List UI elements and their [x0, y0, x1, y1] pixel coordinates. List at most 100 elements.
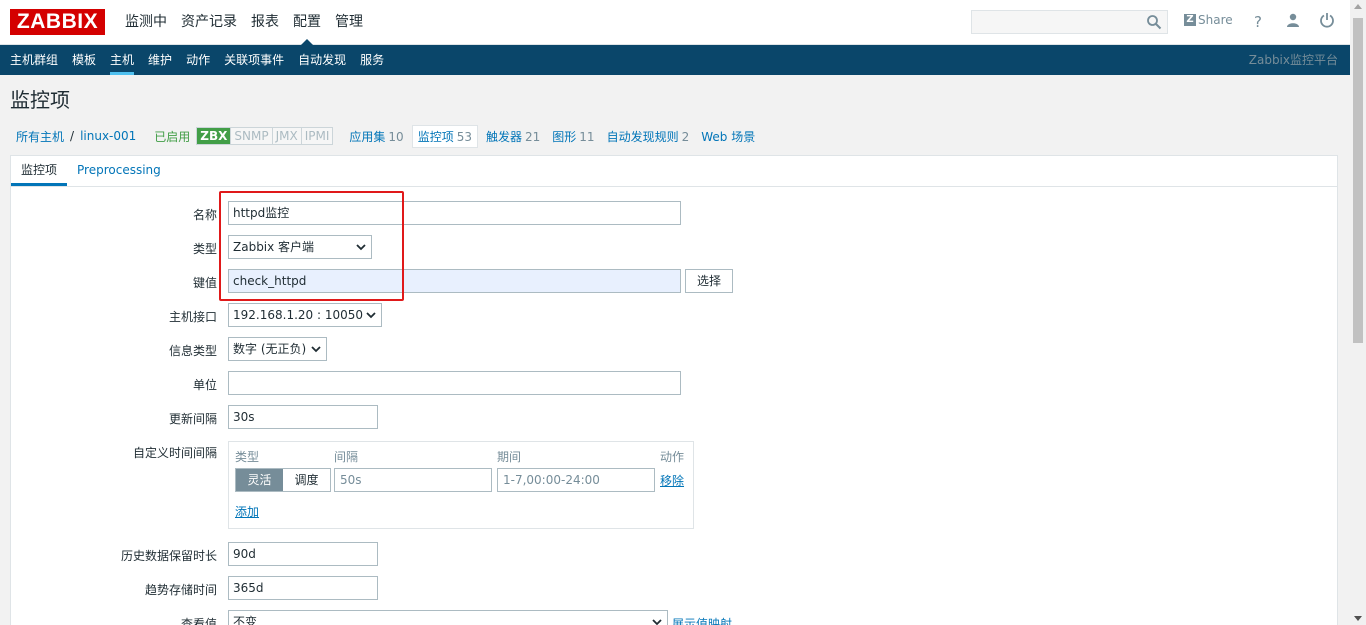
item-form: 监控项 Preprocessing 名称 httpd监控 类型 Zabbix 客…: [10, 155, 1338, 625]
tab-discovery-rules[interactable]: 自动发现规则 2: [607, 128, 690, 145]
user-icon[interactable]: [1283, 12, 1303, 32]
custom-col-interval: 间隔: [334, 450, 359, 464]
scheduling-option[interactable]: 调度: [283, 469, 330, 491]
flexible-option[interactable]: 灵活: [236, 469, 283, 491]
tab-items[interactable]: 监控项 53: [411, 124, 478, 148]
tab-triggers-count: 21: [525, 129, 541, 144]
type-label: 类型: [192, 242, 217, 256]
type-select-value: Zabbix 客户端: [233, 240, 315, 254]
scroll-down-icon[interactable]: [1354, 616, 1362, 621]
chevron-down-icon: [311, 346, 321, 353]
value-mapping-link[interactable]: 展示值映射: [672, 615, 732, 625]
tab-applications[interactable]: 应用集 10: [349, 128, 403, 145]
tab-applications-count: 10: [388, 129, 404, 144]
help-icon[interactable]: ?: [1248, 12, 1268, 32]
page-scrollbar[interactable]: [1350, 0, 1366, 625]
custom-intervals-label: 自定义时间间隔: [132, 446, 217, 460]
sub-nav: 主机群组 模板 主机 维护 动作 关联项事件 自动发现 服务 Zabbix监控平…: [0, 45, 1350, 75]
tab-triggers-label: 触发器: [485, 129, 522, 144]
form-tabs: 监控项 Preprocessing: [11, 156, 1337, 187]
name-input[interactable]: httpd监控: [228, 201, 681, 225]
custom-col-type: 类型: [235, 450, 260, 464]
custom-period-input[interactable]: 1-7,00:00-24:00: [497, 468, 655, 492]
custom-col-period: 期间: [497, 450, 522, 464]
top-header: ZABBIX 监测中 资产记录 报表 配置 管理 Z Share ?: [0, 0, 1350, 45]
interval-label: 更新间隔: [168, 412, 217, 426]
tab-preprocessing[interactable]: Preprocessing: [67, 156, 171, 186]
type-select[interactable]: Zabbix 客户端: [228, 235, 372, 259]
share-label: Share: [1198, 13, 1233, 27]
tab-triggers[interactable]: 触发器 21: [486, 128, 540, 145]
show-value-label: 查看值: [180, 617, 217, 625]
tab-graphs-label: 图形: [552, 129, 577, 144]
chevron-down-icon: [652, 619, 662, 625]
breadcrumb-host[interactable]: linux-001: [80, 129, 136, 143]
snmp-badge: SNMP: [230, 128, 272, 144]
custom-intervals-table: 类型 间隔 期间 动作 灵活 调度 50s 1-7,00:00-24:00 移除…: [228, 441, 694, 529]
tab-applications-label: 应用集: [349, 129, 386, 144]
subnav-templates[interactable]: 模板: [65, 45, 103, 75]
remove-interval-link[interactable]: 移除: [660, 472, 684, 489]
name-label: 名称: [192, 208, 217, 222]
scrollbar-thumb[interactable]: [1353, 18, 1363, 343]
chevron-down-icon: [366, 312, 376, 319]
select-key-button[interactable]: 选择: [685, 269, 733, 293]
tab-discovery-rules-count: 2: [681, 129, 690, 144]
zabbix-logo[interactable]: ZABBIX: [10, 9, 105, 35]
breadcrumb-separator: /: [70, 129, 75, 143]
scroll-up-icon[interactable]: [1354, 4, 1362, 9]
subnav-discovery[interactable]: 自动发现: [291, 45, 353, 75]
custom-col-action: 动作: [660, 450, 685, 464]
trends-input[interactable]: 365d: [228, 576, 378, 600]
power-icon[interactable]: [1317, 12, 1337, 32]
tab-items-label: 监控项: [417, 129, 454, 144]
tab-item[interactable]: 监控项: [11, 156, 68, 186]
interval-type-toggle: 灵活 调度: [235, 468, 331, 492]
subnav-hosts[interactable]: 主机: [103, 45, 141, 75]
key-label: 键值: [192, 276, 217, 290]
interface-select[interactable]: 192.168.1.20 : 10050: [228, 303, 382, 327]
tab-discovery-rules-label: 自动发现规则: [606, 129, 679, 144]
show-value-select-value: 不变: [233, 615, 258, 625]
search-icon[interactable]: [1146, 14, 1162, 30]
subnav-host-groups[interactable]: 主机群组: [3, 45, 65, 75]
tab-items-count: 53: [456, 129, 472, 144]
subnav-actions[interactable]: 动作: [179, 45, 217, 75]
subnav-services[interactable]: 服务: [353, 45, 391, 75]
add-interval-link[interactable]: 添加: [235, 503, 259, 520]
subnav-event-correlation[interactable]: 关联项事件: [217, 45, 291, 75]
units-input[interactable]: [228, 371, 681, 395]
history-label: 历史数据保留时长: [120, 549, 217, 563]
tab-graphs[interactable]: 图形 11: [552, 128, 594, 145]
custom-interval-input[interactable]: 50s: [334, 468, 492, 492]
show-value-select[interactable]: 不变: [228, 610, 668, 625]
breadcrumb-all-hosts[interactable]: 所有主机: [16, 128, 64, 145]
availability-badges: ZBX SNMP JMX IPMI: [196, 127, 334, 145]
tab-web-scenarios[interactable]: Web 场景: [701, 128, 755, 145]
host-status-enabled[interactable]: 已启用: [154, 128, 190, 145]
nav-configuration[interactable]: 配置: [286, 0, 328, 45]
nav-administration[interactable]: 管理: [328, 0, 370, 45]
interval-input[interactable]: 30s: [228, 405, 378, 429]
jmx-badge: JMX: [271, 128, 301, 144]
nav-reports[interactable]: 报表: [244, 0, 286, 45]
search-input[interactable]: [971, 10, 1168, 34]
chevron-down-icon: [356, 244, 366, 251]
main-nav: 监测中 资产记录 报表 配置 管理: [118, 0, 370, 45]
zbx-badge: ZBX: [197, 128, 231, 144]
key-input[interactable]: check_httpd: [228, 269, 681, 293]
share-z-icon: Z: [1184, 14, 1196, 26]
units-label: 单位: [192, 378, 217, 392]
info-type-select[interactable]: 数字 (无正负): [228, 337, 327, 361]
trends-label: 趋势存储时间: [144, 583, 217, 597]
platform-name: Zabbix监控平台: [1248, 53, 1338, 67]
tab-graphs-count: 11: [579, 129, 595, 144]
info-type-select-value: 数字 (无正负): [233, 342, 307, 356]
nav-monitoring[interactable]: 监测中: [118, 0, 174, 45]
ipmi-badge: IPMI: [300, 128, 333, 144]
subnav-maintenance[interactable]: 维护: [141, 45, 179, 75]
nav-inventory[interactable]: 资产记录: [174, 0, 244, 45]
breadcrumb: 所有主机 / linux-001 已启用 ZBX SNMP JMX IPMI 应…: [10, 124, 761, 148]
share-link[interactable]: Z Share: [1184, 13, 1233, 27]
history-input[interactable]: 90d: [228, 542, 378, 566]
